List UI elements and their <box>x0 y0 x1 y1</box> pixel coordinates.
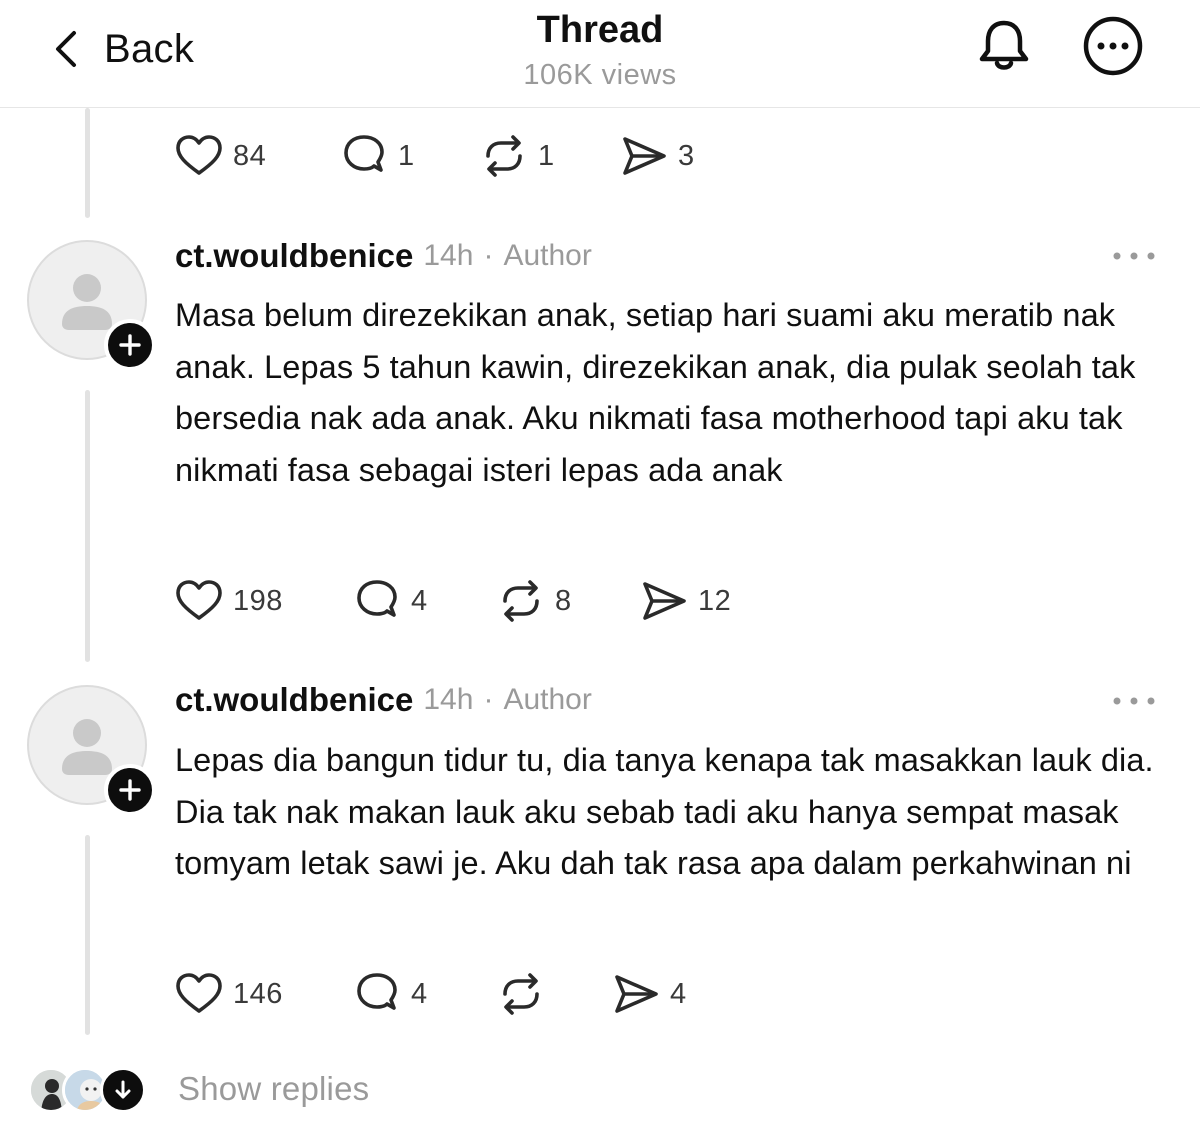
send-icon <box>643 582 686 620</box>
comment-count: 4 <box>411 584 428 617</box>
comment-icon <box>344 135 384 172</box>
page-title: Thread <box>536 9 664 51</box>
comment-button[interactable]: 4 <box>353 969 428 1019</box>
like-button[interactable]: 146 <box>175 969 283 1019</box>
heart-icon <box>176 135 222 175</box>
repost-count: 1 <box>538 139 555 172</box>
send-icon <box>623 137 666 175</box>
view-count: 106K views <box>523 59 677 91</box>
share-button[interactable]: 3 <box>620 131 695 181</box>
separator: · <box>483 683 494 716</box>
like-count: 198 <box>233 584 283 617</box>
username[interactable]: ct.wouldbenice <box>175 237 413 275</box>
show-replies-label: Show replies <box>178 1070 370 1107</box>
share-count: 12 <box>698 584 732 617</box>
post-header: ct.wouldbenice 14h · Author <box>175 680 592 720</box>
more-options-icon[interactable] <box>1082 15 1144 77</box>
post-text: Lepas dia bangun tidur tu, dia tanya ken… <box>175 742 1154 882</box>
chevron-left-icon <box>56 31 76 67</box>
repost-button[interactable] <box>497 969 555 1019</box>
like-button[interactable]: 198 <box>175 576 283 626</box>
share-count: 3 <box>678 139 695 172</box>
repost-icon <box>503 973 539 1015</box>
repost-icon <box>486 135 522 177</box>
repost-count: 8 <box>555 584 572 617</box>
back-button[interactable]: Back <box>50 24 194 74</box>
arrow-down-icon <box>115 1080 131 1099</box>
thread-line <box>85 108 90 218</box>
repost-icon <box>503 580 539 622</box>
like-count: 84 <box>233 139 267 172</box>
comment-count: 4 <box>411 977 428 1010</box>
back-label: Back <box>104 26 195 71</box>
comment-icon <box>357 973 397 1010</box>
show-replies-button[interactable]: Show replies <box>28 1064 448 1120</box>
heart-icon <box>176 973 222 1013</box>
expand-replies-button[interactable] <box>100 1067 146 1113</box>
repost-button[interactable]: 8 <box>497 576 572 626</box>
share-count: 4 <box>670 977 687 1010</box>
comment-button[interactable]: 4 <box>353 576 428 626</box>
thread-line <box>85 835 90 1035</box>
comment-icon <box>357 580 397 617</box>
username[interactable]: ct.wouldbenice <box>175 681 413 719</box>
post-header: ct.wouldbenice 14h · Author <box>175 236 592 276</box>
plus-icon <box>119 334 141 356</box>
title-block: Thread 106K views <box>400 8 800 94</box>
plus-icon <box>119 779 141 801</box>
bell-icon[interactable] <box>973 15 1035 77</box>
like-button[interactable]: 84 <box>175 131 266 181</box>
send-icon <box>615 975 658 1013</box>
author-badge: Author <box>503 683 592 716</box>
share-button[interactable]: 12 <box>640 576 731 626</box>
post-more-icon[interactable] <box>1108 691 1160 711</box>
author-badge: Author <box>503 239 592 272</box>
separator: · <box>483 239 494 272</box>
post-text: Masa belum direzekikan anak, setiap hari… <box>175 297 1136 489</box>
comment-count: 1 <box>398 139 415 172</box>
thread-line <box>85 390 90 662</box>
follow-button[interactable] <box>104 764 156 816</box>
post-time: 14h <box>423 683 474 716</box>
post-time: 14h <box>423 239 474 272</box>
comment-button[interactable]: 1 <box>340 131 415 181</box>
top-bar: Back Thread 106K views <box>0 0 1200 108</box>
heart-icon <box>176 580 222 620</box>
like-count: 146 <box>233 977 283 1010</box>
repost-button[interactable]: 1 <box>480 131 555 181</box>
post-more-icon[interactable] <box>1108 246 1160 266</box>
follow-button[interactable] <box>104 319 156 371</box>
share-button[interactable]: 4 <box>612 969 687 1019</box>
